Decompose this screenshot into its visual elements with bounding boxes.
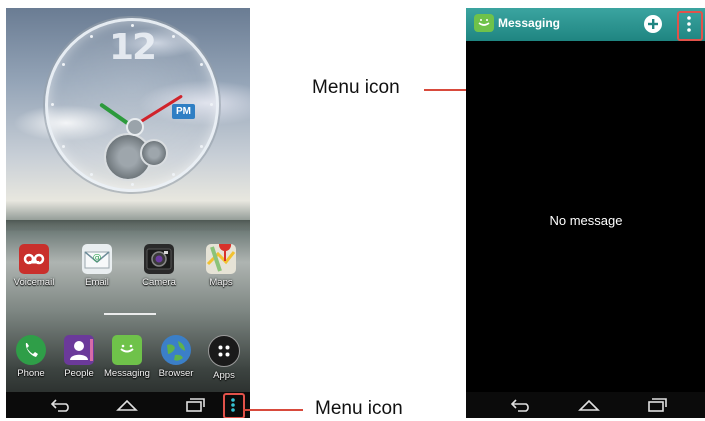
browser-icon <box>161 335 191 365</box>
apps-icon <box>208 335 240 367</box>
app-label: Browser <box>158 368 194 379</box>
app-label: Camera <box>142 277 176 288</box>
clock-tick <box>210 103 213 106</box>
voicemail-icon <box>19 244 49 274</box>
app-people[interactable]: People <box>54 335 104 379</box>
back-icon[interactable] <box>508 392 534 418</box>
messaging-icon <box>112 335 142 365</box>
app-label: People <box>64 368 94 379</box>
clock-hour-label: 12 <box>108 27 157 68</box>
page-title: Messaging <box>498 16 561 30</box>
app-label: Messaging <box>104 368 150 379</box>
wallpaper-horizon <box>6 220 250 232</box>
maps-icon <box>206 239 236 274</box>
recents-icon[interactable] <box>644 392 670 418</box>
app-maps[interactable]: Maps <box>196 239 246 288</box>
empty-state-message: No message <box>549 213 623 228</box>
clock-period-badge: PM <box>172 104 195 119</box>
phone-icon <box>16 335 46 365</box>
recents-icon[interactable] <box>182 392 208 418</box>
app-phone[interactable]: Phone <box>6 335 56 379</box>
menu-icon-highlight <box>677 11 703 41</box>
clock-center <box>126 118 144 136</box>
app-voicemail[interactable]: Voicemail <box>9 244 59 288</box>
app-messaging[interactable]: Messaging <box>102 335 152 379</box>
clock-tick <box>62 63 65 66</box>
app-camera[interactable]: Camera <box>134 244 184 288</box>
messaging-screen: Messaging No message <box>466 8 705 418</box>
app-label: Voicemail <box>13 277 55 288</box>
app-apps[interactable]: Apps <box>199 335 249 381</box>
clock-tick <box>172 173 175 176</box>
action-bar: Messaging <box>466 8 705 41</box>
clock-tick <box>131 24 134 27</box>
clock-tick <box>90 173 93 176</box>
callout-label-bottom: Menu icon <box>315 398 403 419</box>
clock-widget[interactable]: 12 PM <box>45 18 219 192</box>
clock-tick <box>62 145 65 148</box>
app-label: Email <box>85 277 109 288</box>
clock-tick <box>172 35 175 38</box>
gear-decoration <box>140 139 168 167</box>
back-icon[interactable] <box>48 392 74 418</box>
home-icon[interactable] <box>114 392 140 418</box>
callout-line-bottom <box>243 409 303 411</box>
messaging-icon <box>474 14 494 32</box>
home-icon[interactable] <box>576 392 602 418</box>
clock-tick <box>51 103 54 106</box>
app-email[interactable]: @ Email <box>72 244 122 288</box>
people-icon <box>64 335 94 365</box>
clock-tick <box>200 145 203 148</box>
home-screen: 12 PM Voicemail @ Email Camera Maps Phon… <box>6 8 250 418</box>
page-indicator <box>104 313 156 315</box>
plus-icon[interactable] <box>644 15 662 33</box>
callout-label-top: Menu icon <box>312 77 400 98</box>
navigation-bar <box>466 392 705 418</box>
clock-tick <box>200 63 203 66</box>
email-icon: @ <box>82 244 112 274</box>
app-label: Maps <box>209 277 233 288</box>
app-browser[interactable]: Browser <box>151 335 201 379</box>
clock-tick <box>131 183 134 186</box>
navigation-bar <box>6 392 250 418</box>
app-label: Apps <box>213 370 235 381</box>
menu-icon-highlight <box>223 393 245 418</box>
svg-text:@: @ <box>93 253 102 263</box>
app-label: Phone <box>17 368 45 379</box>
camera-icon <box>144 244 174 274</box>
clock-tick <box>90 35 93 38</box>
